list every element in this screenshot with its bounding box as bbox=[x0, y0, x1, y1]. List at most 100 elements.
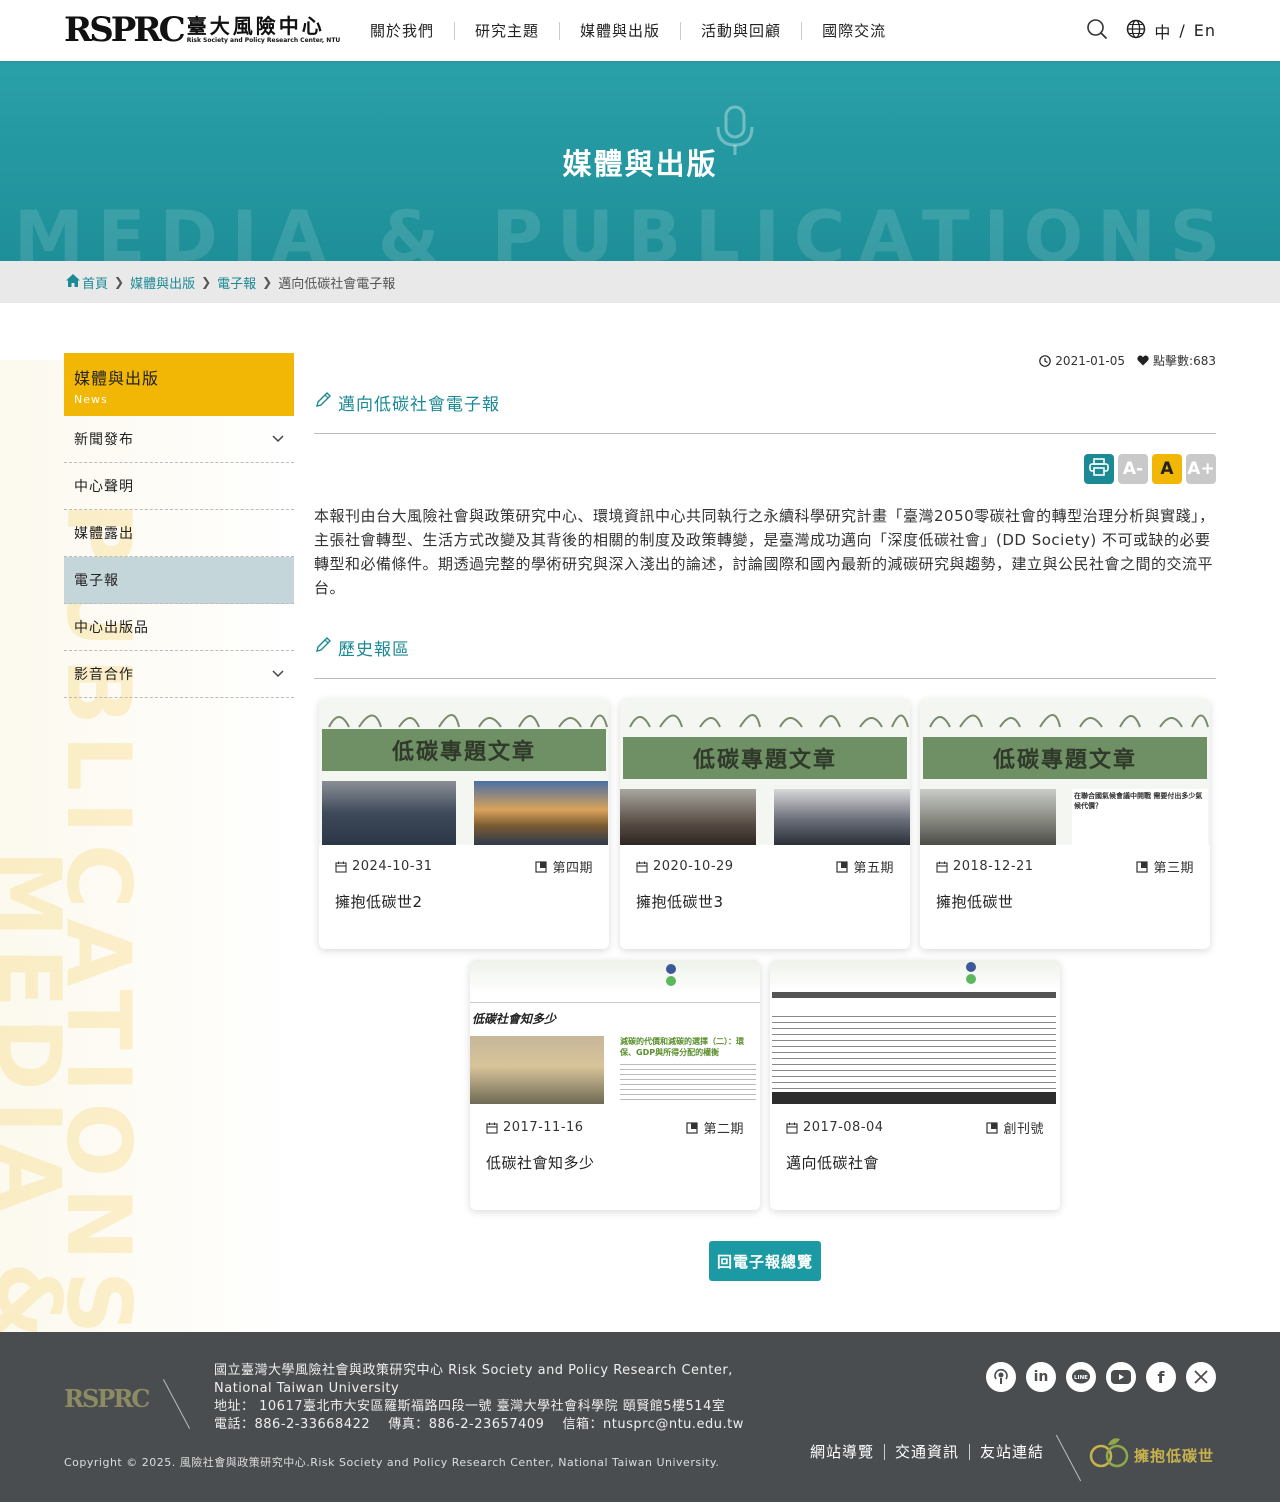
sidebar-header: 媒體與出版 News bbox=[64, 353, 294, 416]
pencil-icon bbox=[314, 636, 332, 659]
newsletter-card[interactable]: 低碳專題文章 2024-10-31 第四期 擁抱低碳世2 bbox=[319, 699, 609, 949]
search-icon[interactable] bbox=[1086, 18, 1108, 44]
newsletter-card[interactable]: 2017-08-04 創刊號 邁向低碳社會 bbox=[770, 960, 1060, 1210]
leaf-loop-icon bbox=[1088, 1436, 1130, 1474]
card-date: 2018-12-21 bbox=[953, 859, 1034, 874]
footer-link-transport[interactable]: 交通資訊 bbox=[885, 1444, 971, 1460]
newsletter-card[interactable]: 低碳專題文章 在聯合國氣候會議中開戰 需要付出多少氣候代價？ 2018-12-2… bbox=[920, 699, 1210, 949]
card-thumbnail: 低碳專題文章 bbox=[319, 699, 609, 845]
sidebar-item-label: 影音合作 bbox=[74, 667, 134, 683]
conference-photo bbox=[920, 789, 1056, 845]
breadcrumb-current: 邁向低碳社會電子報 bbox=[278, 276, 396, 292]
facebook-dot-icon bbox=[666, 964, 676, 974]
deco-text-media: MEDIA & bbox=[0, 850, 80, 1332]
svg-text:LINE: LINE bbox=[1074, 1375, 1088, 1381]
back-to-newsletter-button[interactable]: 回電子報總覽 bbox=[709, 1241, 821, 1281]
crowd-photo bbox=[322, 781, 456, 845]
sidebar-item-video[interactable]: 影音合作 bbox=[64, 651, 294, 698]
hazy-landscape-photo bbox=[470, 1036, 604, 1104]
font-decrease-button[interactable]: A- bbox=[1118, 454, 1148, 484]
newsletter-card[interactable]: 低碳社會知多少 減碳的代價和減碳的選擇（二）：環保、GDP與所得分配的權衡 20… bbox=[470, 960, 760, 1210]
card-date: 2020-10-29 bbox=[653, 859, 734, 874]
calendar-icon bbox=[936, 861, 948, 873]
article-meta: 2021-01-05 點擊數:683 bbox=[1039, 352, 1216, 369]
newsletter-card[interactable]: 低碳專題文章 2020-10-29 第五期 擁抱低碳世3 bbox=[620, 699, 910, 949]
lang-en-link[interactable]: En bbox=[1194, 21, 1216, 40]
logo-mark: RSPRC bbox=[64, 10, 186, 50]
header-strip bbox=[470, 960, 760, 994]
chevron-right-icon: ❯ bbox=[114, 275, 125, 289]
breadcrumb-home[interactable]: 首頁 bbox=[82, 273, 108, 292]
subscribe-dot-icon bbox=[666, 976, 676, 986]
footer-link-friends[interactable]: 友站連結 bbox=[970, 1444, 1054, 1460]
footer-contact-info: 國立臺灣大學風險社會與政策研究中心 Risk Society and Polic… bbox=[214, 1362, 744, 1434]
youtube-icon[interactable] bbox=[1106, 1362, 1136, 1392]
card-title: 擁抱低碳世2 bbox=[335, 893, 423, 911]
book-icon bbox=[1136, 860, 1149, 873]
book-icon bbox=[836, 860, 849, 873]
footer-link-sitemap[interactable]: 網站導覽 bbox=[810, 1444, 886, 1460]
nav-research[interactable]: 研究主題 bbox=[455, 21, 561, 40]
line-icon[interactable]: LINE bbox=[1066, 1362, 1096, 1392]
lang-zh-link[interactable]: 中 bbox=[1154, 19, 1171, 43]
main-nav: 關於我們 研究主題 媒體與出版 活動與回顧 國際交流 bbox=[350, 0, 906, 61]
facebook-icon[interactable]: f bbox=[1146, 1362, 1176, 1392]
sidebar-item-newsletter[interactable]: 電子報 bbox=[64, 557, 294, 604]
sidebar-item-publications[interactable]: 中心出版品 bbox=[64, 604, 294, 651]
group-photo bbox=[774, 789, 910, 845]
sidebar-item-label: 中心聲明 bbox=[74, 479, 134, 495]
site-logo[interactable]: RSPRC 臺大風險中心 Risk Society and Policy Res… bbox=[64, 12, 340, 48]
card-thumbnail: 低碳專題文章 在聯合國氣候會議中開戰 需要付出多少氣候代價？ bbox=[920, 699, 1210, 845]
site-header: RSPRC 臺大風險中心 Risk Society and Policy Res… bbox=[0, 0, 1280, 61]
divider bbox=[314, 433, 1216, 434]
footer-links: 網站導覽 交通資訊 友站連結 bbox=[810, 1444, 1054, 1460]
leaves-decoration bbox=[929, 714, 1209, 728]
font-normal-button[interactable]: A bbox=[1152, 454, 1182, 484]
nav-about[interactable]: 關於我們 bbox=[350, 21, 456, 40]
nav-international[interactable]: 國際交流 bbox=[802, 22, 906, 40]
social-links: in LINE f bbox=[986, 1362, 1216, 1392]
language-switcher: 中 / En bbox=[1126, 19, 1216, 43]
font-increase-button[interactable]: A+ bbox=[1186, 454, 1216, 484]
sidebar-item-media-exposure[interactable]: 媒體露出 bbox=[64, 510, 294, 557]
sidebar-subtitle: News bbox=[74, 393, 108, 406]
sidebar-item-statements[interactable]: 中心聲明 bbox=[64, 463, 294, 510]
page-banner: MEDIA & PUBLICATIONS 媒體與出版 bbox=[0, 61, 1280, 261]
home-icon[interactable] bbox=[66, 273, 80, 291]
card-date: 2024-10-31 bbox=[352, 859, 433, 874]
card-title: 低碳社會知多少 bbox=[486, 1154, 595, 1172]
pencil-icon bbox=[314, 391, 332, 414]
leaves-decoration bbox=[629, 714, 909, 728]
footer-logo[interactable]: RSPRC bbox=[64, 1384, 150, 1413]
leaves-decoration bbox=[328, 714, 608, 728]
breadcrumb-media[interactable]: 媒體與出版 bbox=[130, 273, 195, 292]
x-icon[interactable] bbox=[1186, 1362, 1216, 1392]
sidebar-title: 媒體與出版 bbox=[74, 369, 160, 388]
chevron-down-icon bbox=[272, 666, 284, 682]
thumb-divider bbox=[470, 1002, 760, 1003]
article-clicks: 點擊數:683 bbox=[1153, 354, 1216, 368]
calendar-icon bbox=[486, 1122, 498, 1134]
card-thumbnail: 低碳社會知多少 減碳的代價和減碳的選擇（二）：環保、GDP與所得分配的權衡 bbox=[470, 960, 760, 1106]
logo-chinese-name: 臺大風險中心 bbox=[186, 14, 325, 38]
nav-events[interactable]: 活動與回顧 bbox=[681, 21, 803, 40]
chevron-down-icon bbox=[272, 431, 284, 447]
divider bbox=[314, 678, 1216, 679]
sidebar-item-label: 中心出版品 bbox=[74, 620, 149, 636]
breadcrumb-newsletter[interactable]: 電子報 bbox=[217, 273, 256, 292]
print-button[interactable] bbox=[1084, 454, 1114, 484]
card-date: 2017-11-16 bbox=[503, 1120, 584, 1135]
subscribe-dot-icon bbox=[966, 974, 976, 984]
low-carbon-badge[interactable]: 擁抱低碳世 bbox=[1088, 1436, 1214, 1474]
article-title: 邁向低碳社會電子報 bbox=[338, 395, 500, 415]
sidebar-item-press[interactable]: 新聞發布 bbox=[64, 416, 294, 463]
chevron-right-icon: ❯ bbox=[201, 275, 212, 289]
footer-contact: 電話：886-2-33668422 傳真：886-2-23657409 信箱：n… bbox=[214, 1417, 744, 1432]
linkedin-icon[interactable]: in bbox=[1026, 1362, 1056, 1392]
footer-address: 地址： 10617臺北市大安區羅斯福路四段一號 臺灣大學社會科學院 頤賢館5樓5… bbox=[214, 1399, 726, 1414]
header-strip bbox=[770, 960, 1060, 990]
nav-media[interactable]: 媒體與出版 bbox=[560, 21, 682, 40]
podcast-icon[interactable] bbox=[986, 1362, 1016, 1392]
dark-bar bbox=[772, 992, 1056, 998]
card-title: 邁向低碳社會 bbox=[786, 1154, 880, 1172]
